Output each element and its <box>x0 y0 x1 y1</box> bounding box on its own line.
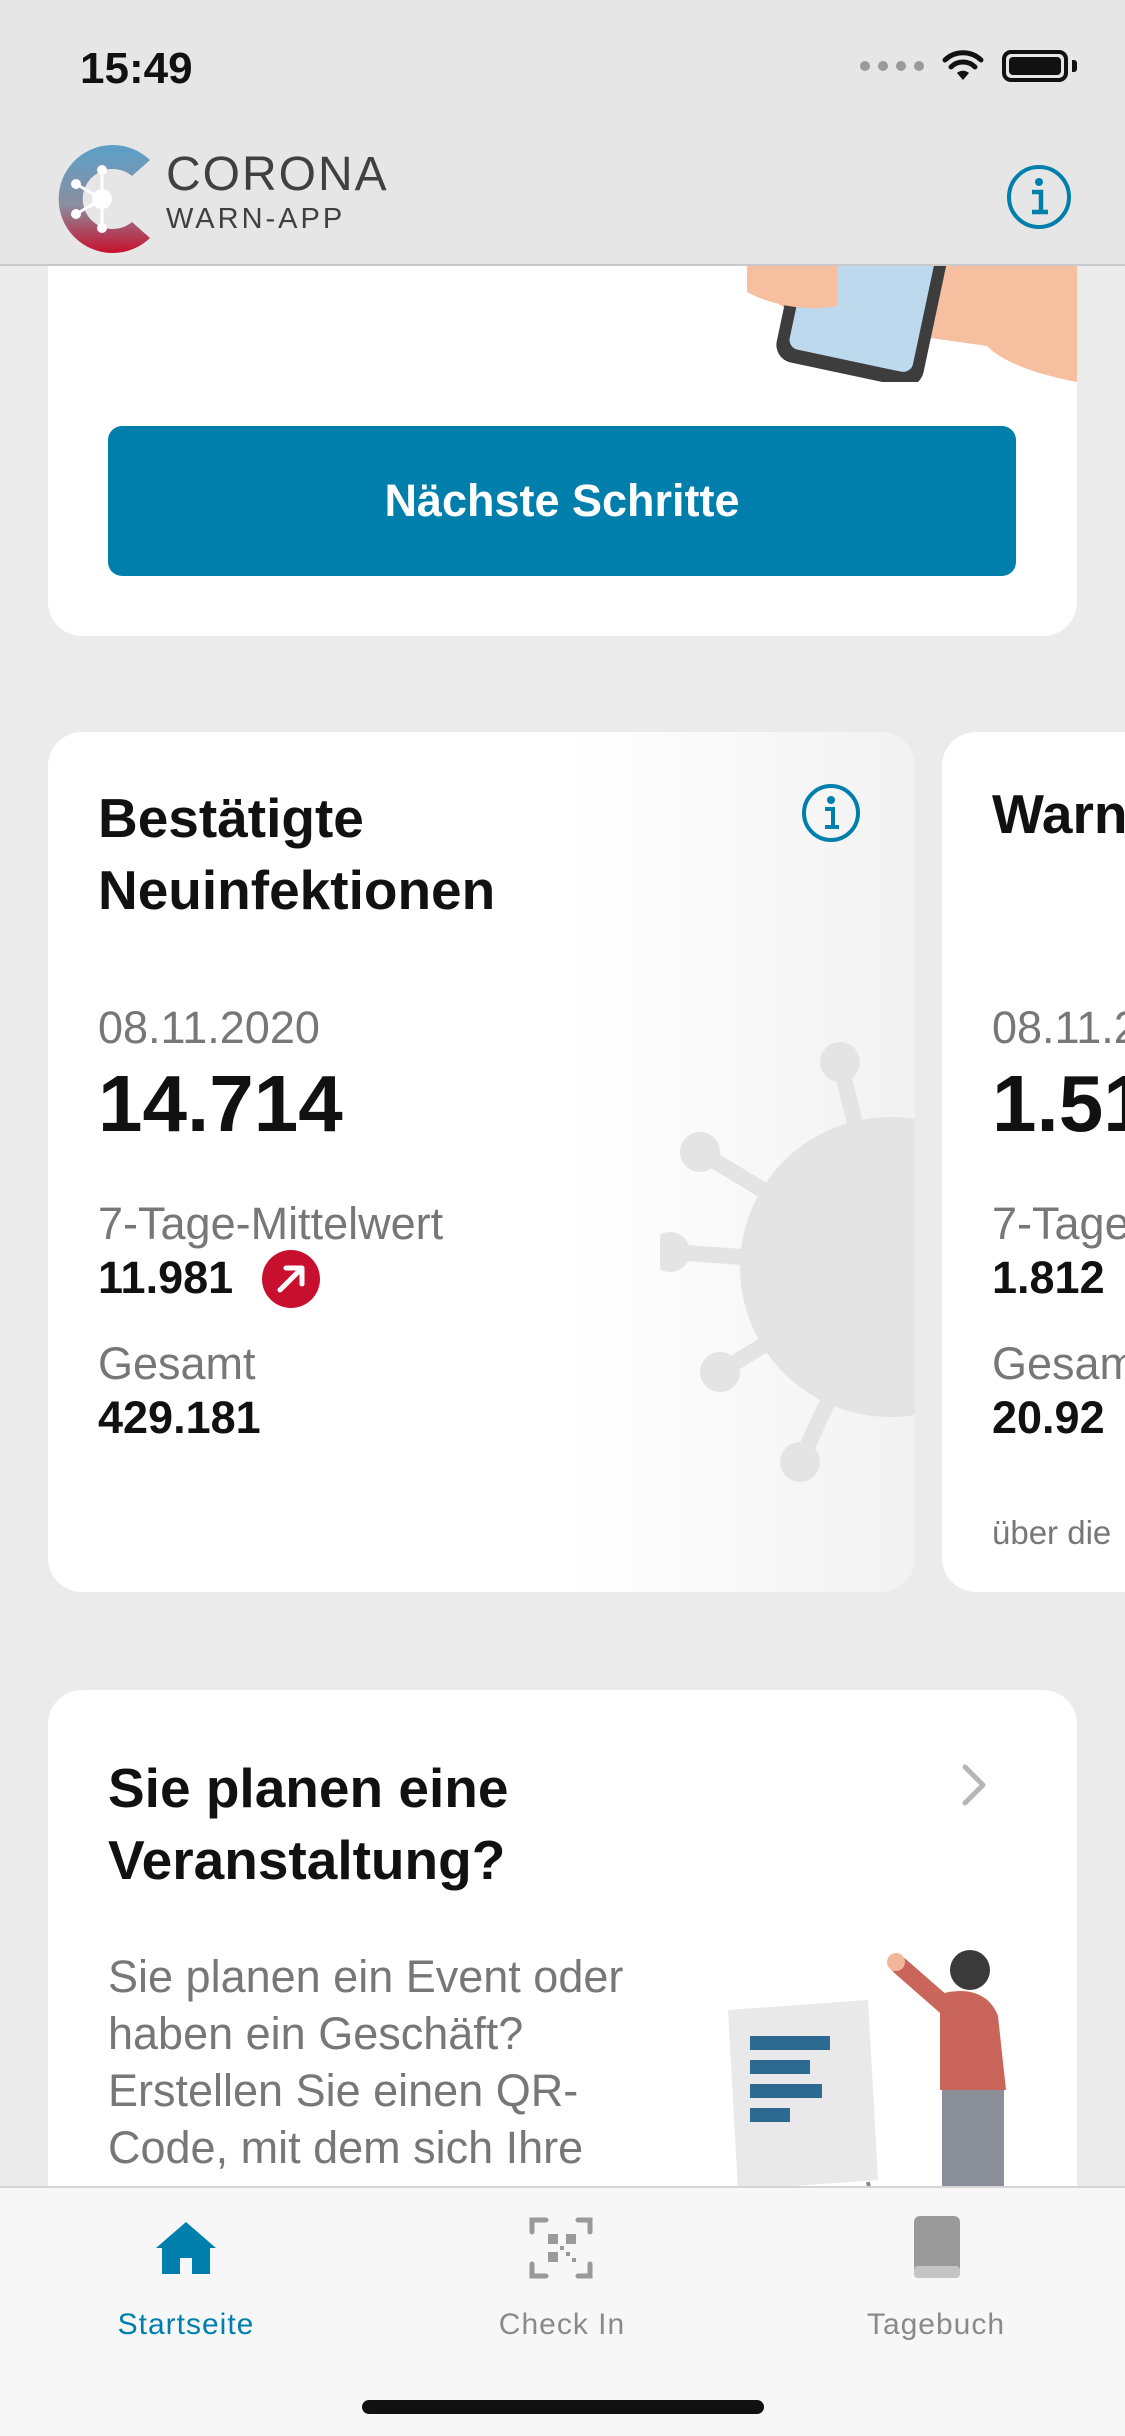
stats-main-value: 14.714 <box>98 1059 343 1148</box>
card-title-line2: Neuinfektionen <box>98 859 496 921</box>
card-title: Warn <box>992 783 1125 845</box>
status-bar: 15:49 <box>0 0 1125 132</box>
tab-label: Check In <box>498 2308 626 2341</box>
seven-day-average-label: 7-Tage-Mittelwert <box>98 1198 444 1249</box>
book-icon <box>914 2216 960 2278</box>
event-presenter-illustration <box>728 1950 1006 2186</box>
tab-label: Tagebuch <box>866 2308 1006 2341</box>
risk-card: Nächste Schritte <box>48 266 1077 636</box>
info-icon[interactable] <box>800 782 862 844</box>
chevron-right-icon <box>962 1764 986 1806</box>
card-title-line1: Bestätigte <box>98 787 364 849</box>
card-title: Sie planen eine Veranstaltung? <box>108 1752 508 1896</box>
wifi-icon <box>942 50 984 80</box>
seven-day-average-value: 1.812 <box>992 1252 1105 1303</box>
logo-subtitle: WARN-APP <box>166 203 346 235</box>
total-label: Gesam <box>992 1338 1125 1389</box>
card-title-line1: Sie planen eine <box>108 1757 509 1819</box>
card-footnote: über die <box>992 1514 1112 1551</box>
qr-code-icon <box>529 2217 593 2279</box>
app-header: CORONA WARN-APP <box>0 132 1125 266</box>
cellular-signal-icon <box>860 61 924 71</box>
home-indicator[interactable] <box>362 2400 764 2414</box>
statistics-card-infections[interactable]: Bestätigte Neuinfektionen 08.11.2020 14.… <box>48 732 915 1592</box>
home-scroll-view[interactable]: Nächste Schritte Bestätigte Neuinfektion… <box>0 266 1125 2186</box>
virus-illustration <box>660 1042 915 1482</box>
status-icons <box>860 50 1077 82</box>
total-value: 429.181 <box>98 1392 261 1443</box>
tab-bar: Startseite Check In Tagebuch <box>0 2186 1125 2436</box>
battery-tip <box>1072 60 1077 72</box>
card-title-line2: Veranstaltung? <box>108 1829 506 1891</box>
card-title: Bestätigte Neuinfektionen <box>98 782 495 926</box>
stats-date: 08.11.2020 <box>98 1002 320 1053</box>
next-steps-button[interactable]: Nächste Schritte <box>108 426 1016 576</box>
hand-phone-illustration <box>747 266 1077 382</box>
corona-warn-app-logo-icon <box>58 145 151 253</box>
logo-title: CORONA <box>166 148 389 201</box>
tab-tagebuch[interactable]: Tagebuch <box>806 2212 1066 2342</box>
tab-check-in[interactable]: Check In <box>432 2212 692 2342</box>
event-planning-card[interactable]: Sie planen eine Veranstaltung? Sie plane… <box>48 1690 1077 2186</box>
info-icon[interactable] <box>1004 162 1074 232</box>
battery-icon <box>1002 50 1068 82</box>
card-body-text: Sie planen ein Event oder haben ein Gesc… <box>108 1951 624 2186</box>
stats-date: 08.11.2 <box>992 1002 1125 1053</box>
statistics-card-warnings[interactable]: Warn 08.11.2 1.51 7-Tage 1.812 Gesam 20.… <box>942 732 1125 1592</box>
seven-day-average-label: 7-Tage <box>992 1198 1125 1249</box>
tab-label: Startseite <box>117 2308 255 2341</box>
seven-day-average-value: 11.981 <box>98 1252 234 1303</box>
home-icon <box>156 2222 216 2274</box>
stats-main-value: 1.51 <box>992 1059 1125 1148</box>
total-value: 20.92 <box>992 1392 1105 1443</box>
trend-up-arrow-icon <box>262 1250 320 1308</box>
tab-startseite[interactable]: Startseite <box>56 2212 316 2342</box>
total-label: Gesamt <box>98 1338 256 1389</box>
app-logo-text: CORONA WARN-APP <box>166 148 389 236</box>
status-time: 15:49 <box>80 44 193 93</box>
